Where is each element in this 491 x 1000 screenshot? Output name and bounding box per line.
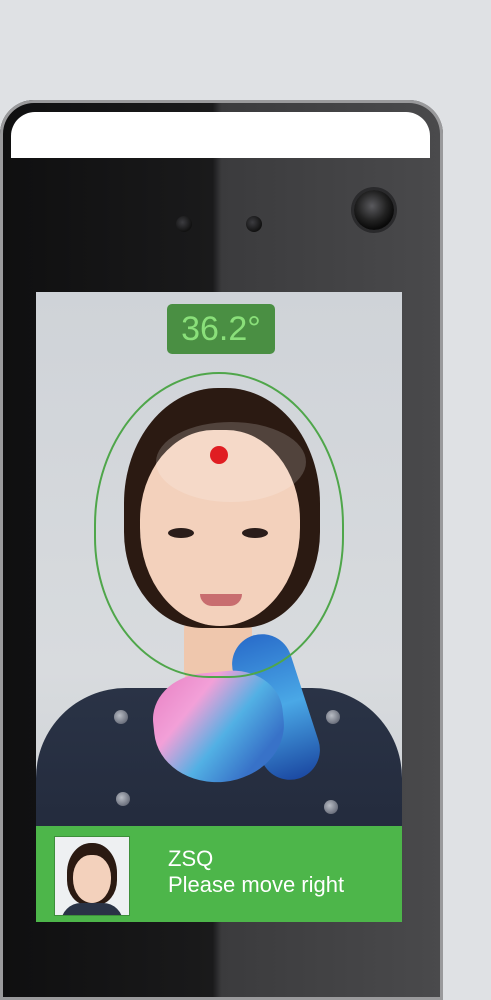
ir-sensor-icon — [176, 216, 192, 232]
user-name: ZSQ — [168, 846, 214, 871]
thumbnail-body — [61, 903, 123, 915]
uniform-button — [116, 792, 130, 806]
status-message: Please move right — [168, 872, 345, 897]
device-screen: 36.2° ZSQ Please move right — [36, 292, 402, 922]
thumbnail-face — [73, 855, 111, 903]
recognition-status-panel: ZSQ Please move right — [36, 826, 402, 922]
uniform-button — [324, 800, 338, 814]
uniform-button — [326, 710, 340, 724]
face-detection-outline — [94, 372, 344, 678]
uniform-button — [114, 710, 128, 724]
temperature-target-dot — [210, 446, 228, 464]
camera-lens-icon — [354, 190, 394, 230]
light-sensor-icon — [246, 216, 262, 232]
face-recognition-terminal: 36.2° ZSQ Please move right — [0, 100, 443, 1000]
user-thumbnail — [54, 836, 130, 916]
status-text-block: ZSQ Please move right — [168, 846, 344, 898]
temperature-badge: 36.2° — [167, 304, 275, 354]
device-top-strip — [11, 112, 430, 158]
